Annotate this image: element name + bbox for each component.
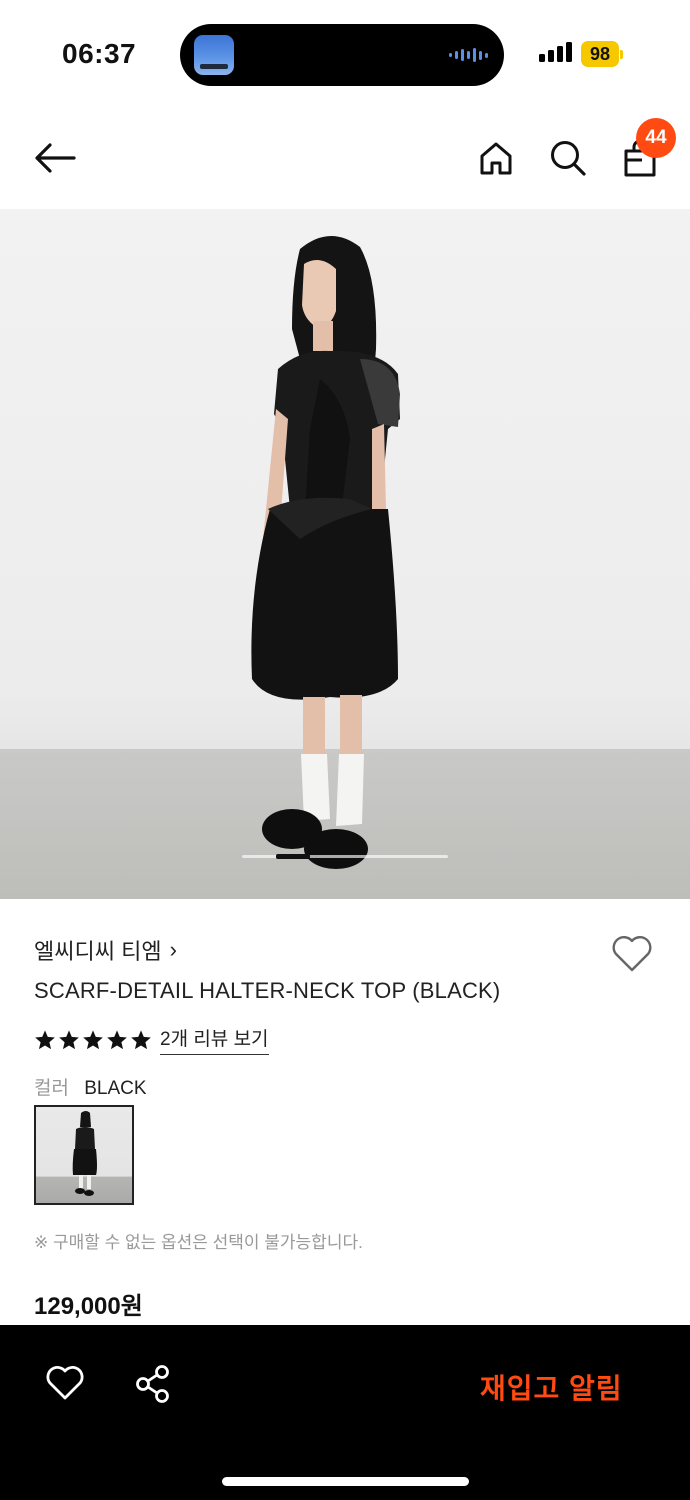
share-button[interactable]: [132, 1363, 174, 1405]
product-photo: [251, 235, 400, 869]
color-value: BLACK: [84, 1078, 147, 1099]
share-icon: [136, 1365, 169, 1403]
audio-wave-icon: [449, 48, 488, 62]
product-title: SCARF-DETAIL HALTER-NECK TOP (BLACK): [34, 978, 501, 1003]
signal-icon: [539, 42, 572, 62]
status-bar: 06:37 98: [0, 0, 690, 108]
cart-count-badge: 44: [636, 118, 676, 158]
rating-row: 2개 리뷰 보기: [34, 1024, 269, 1055]
star-icon: [107, 1029, 127, 1049]
option-notice: ※ 구매할 수 없는 옵션은 선택이 불가능합니다.: [34, 1233, 363, 1252]
brand-name: 엘씨디씨 티엠: [34, 939, 162, 964]
heart-icon: [612, 936, 652, 972]
battery-indicator: 98: [581, 41, 619, 67]
review-link[interactable]: 2개 리뷰 보기: [160, 1024, 269, 1055]
bottom-action-bar: 재입고 알림: [0, 1325, 690, 1500]
swatch-thumbnail: [72, 1111, 97, 1196]
battery-tip: [620, 50, 623, 59]
star-icon: [59, 1029, 79, 1049]
back-button[interactable]: [30, 136, 80, 180]
star-icon: [83, 1029, 103, 1049]
carousel-track: [242, 855, 448, 858]
restock-alert-button[interactable]: 재입고 알림: [480, 1367, 623, 1407]
color-option-row: 컬러 BLACK: [34, 1073, 147, 1100]
product-image-carousel[interactable]: [0, 209, 690, 899]
search-button[interactable]: [546, 136, 590, 180]
arrow-left-icon: [35, 143, 76, 173]
status-time: 06:37: [62, 38, 137, 69]
like-button[interactable]: [44, 1363, 86, 1405]
dynamic-island[interactable]: [180, 24, 504, 86]
color-swatch-black[interactable]: [34, 1105, 134, 1205]
chevron-right-icon: ›: [169, 937, 177, 962]
product-price: 129,000원: [34, 1293, 143, 1320]
star-icon: [131, 1029, 151, 1049]
home-indicator[interactable]: [222, 1477, 469, 1486]
search-icon: [551, 141, 586, 176]
color-label: 컬러: [34, 1078, 69, 1099]
rating-stars: [34, 1029, 152, 1051]
brand-link[interactable]: 엘씨디씨 티엠 ›: [34, 934, 177, 966]
heart-icon: [46, 1366, 84, 1400]
carousel-indicator: [276, 854, 310, 859]
star-icon: [35, 1029, 55, 1049]
home-button[interactable]: [474, 136, 518, 180]
now-playing-artwork: [194, 35, 234, 75]
wishlist-button[interactable]: [610, 933, 654, 975]
home-icon: [480, 142, 512, 175]
top-nav: 44: [0, 108, 690, 208]
